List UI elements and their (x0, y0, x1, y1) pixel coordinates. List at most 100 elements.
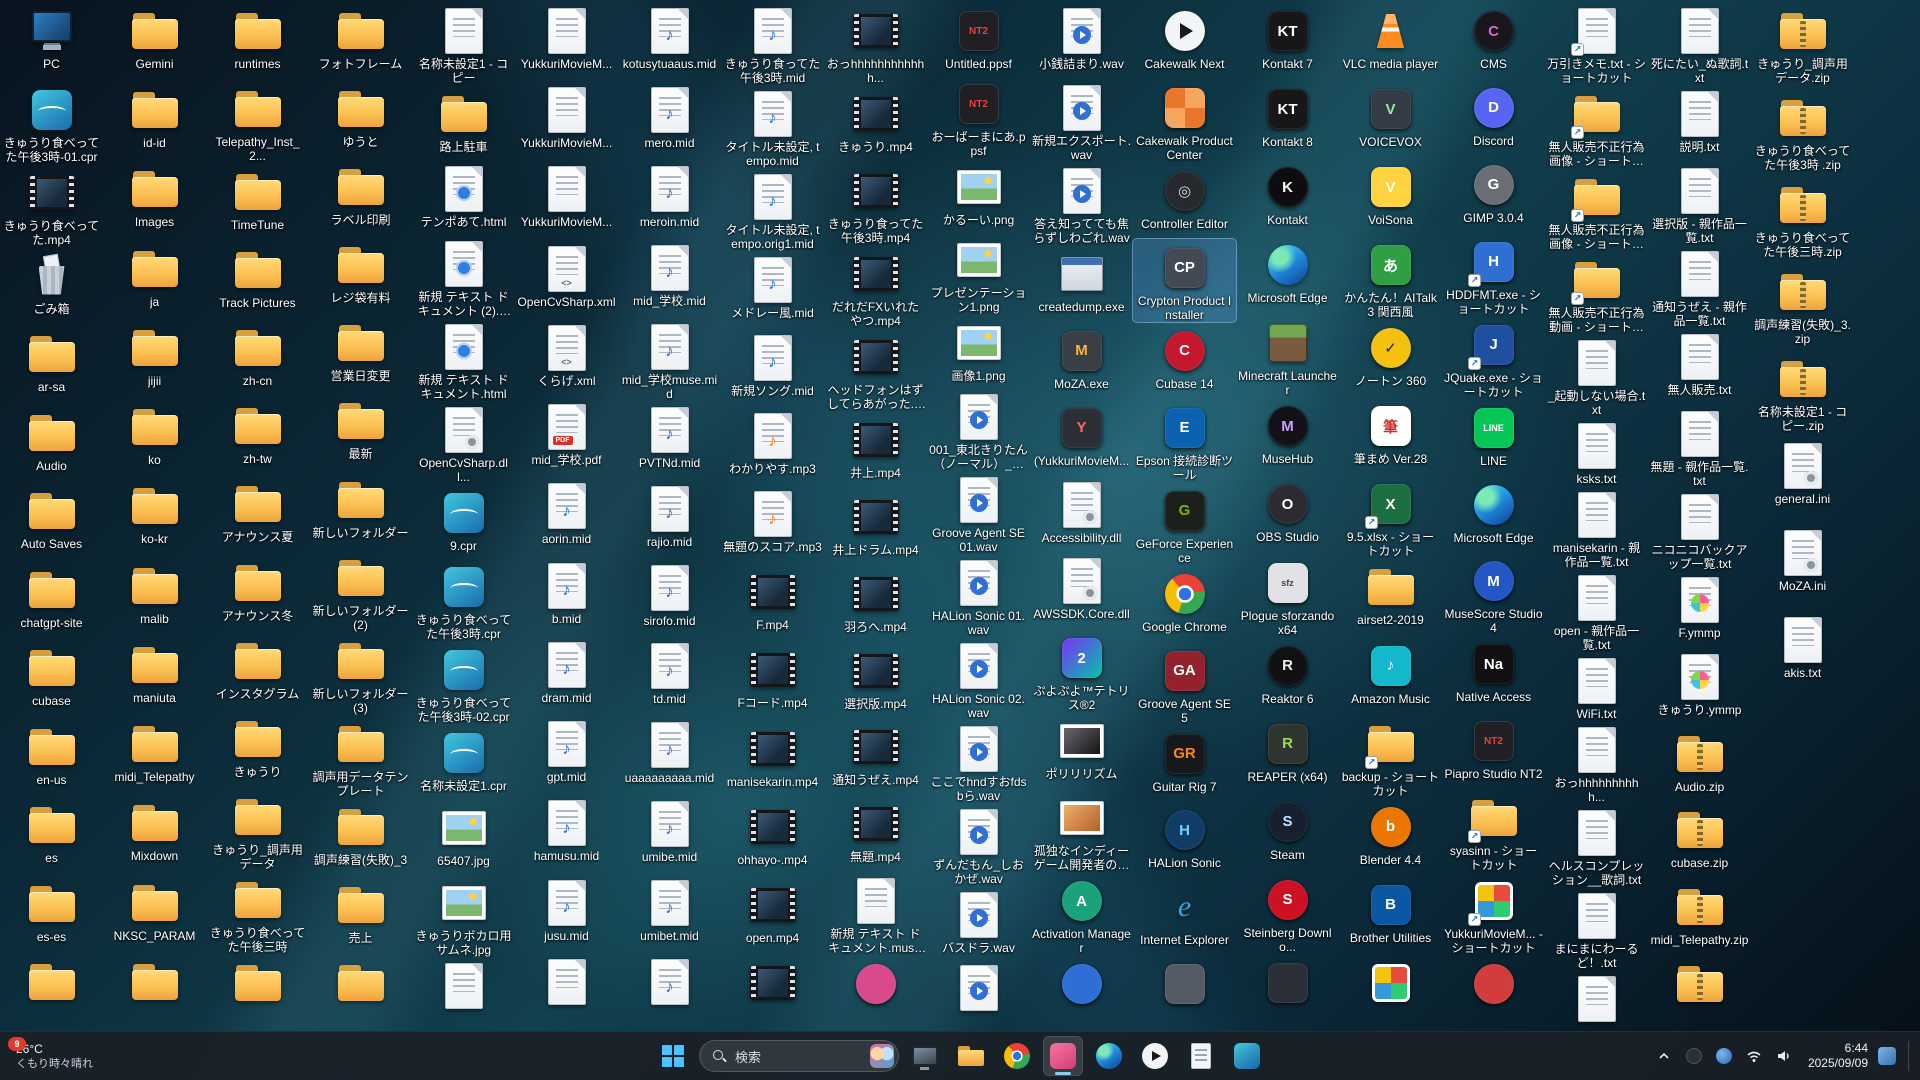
desktop-icon[interactable]: Audio (0, 404, 103, 483)
desktop-icon[interactable]: HALion Sonic 01.wav (927, 554, 1030, 637)
desktop-icon[interactable]: zh-cn (206, 319, 309, 397)
desktop-icon[interactable]: manisekarin.mp4 (721, 720, 824, 798)
start-button[interactable] (653, 1036, 693, 1076)
desktop-icon[interactable]: きゅうり食べってた午後三時.zip (1751, 176, 1854, 263)
desktop-icon[interactable]: _起動しない場合.txt (1545, 334, 1648, 417)
desktop-icon[interactable] (927, 959, 1030, 1032)
desktop-icon[interactable]: ♪mero.mid (618, 81, 721, 160)
taskbar-app-cubase[interactable] (1227, 1036, 1267, 1076)
desktop-icon[interactable]: ↗万引きメモ.txt - ショートカット (1545, 2, 1648, 85)
desktop-icon[interactable]: きゅうり食べってた午後3時-02.cpr (412, 641, 515, 724)
desktop-icon[interactable] (824, 955, 927, 1032)
desktop-icon[interactable]: midi_Telepathy.zip (1648, 878, 1751, 955)
desktop-icon[interactable]: AActivation Manager (1030, 872, 1133, 955)
desktop-icon[interactable]: ◎Controller Editor (1133, 162, 1236, 239)
desktop-icon[interactable]: akis.txt (1751, 611, 1854, 698)
desktop-icon[interactable]: WiFi.txt (1545, 652, 1648, 721)
desktop-icon[interactable]: BBrother Utilities (1339, 876, 1442, 954)
desktop-icon[interactable]: 調声練習(失敗)_3.zip (1751, 263, 1854, 350)
desktop-icon[interactable]: きゅうり食べってた.mp4 (0, 164, 103, 247)
desktop-icon[interactable]: TimeTune (206, 163, 309, 241)
desktop-icon[interactable]: きゅうり.ymmp (1648, 648, 1751, 725)
desktop-icon[interactable]: ♪rajio.mid (618, 480, 721, 559)
taskbar-app-task-view[interactable] (905, 1036, 945, 1076)
desktop-icon[interactable]: cubase (0, 639, 103, 718)
desktop-icon[interactable]: ずんだもん_しおかぜ.wav (927, 803, 1030, 886)
desktop-icon[interactable]: VVoiSona (1339, 158, 1442, 236)
desktop-icon[interactable]: ♪umibet.mid (618, 874, 721, 953)
desktop-icon[interactable]: NKSC_PARAM (103, 874, 206, 953)
desktop-icon[interactable]: ♪umibe.mid (618, 795, 721, 874)
desktop-icon[interactable]: インスタグラム (206, 632, 309, 710)
desktop-icon[interactable]: 9.cpr (412, 484, 515, 559)
desktop-icon[interactable]: Track Pictures (206, 241, 309, 319)
desktop-icon[interactable]: 死にたい_ぬ歌詞.txt (1648, 2, 1751, 85)
desktop-icon[interactable]: 無題.mp4 (824, 795, 927, 872)
tray-app-icon-1[interactable] (1684, 1044, 1704, 1068)
desktop-icon[interactable]: まにまにわーるど！.txt (1545, 887, 1648, 970)
desktop-icon[interactable]: ↗無人販売不正行為画像 - ショートカット (1545, 168, 1648, 251)
tray-app-icon-2[interactable] (1714, 1044, 1734, 1068)
desktop-icon[interactable]: ここでhndすおfdsbら.wav (927, 720, 1030, 803)
desktop-icon[interactable] (515, 953, 618, 1032)
desktop-icon[interactable]: createdump.exe (1030, 245, 1133, 322)
desktop-icon[interactable]: ラベル印刷 (309, 158, 412, 236)
desktop-icon[interactable]: ♪タイトル未設定, tempo.orig1.mid (721, 168, 824, 251)
desktop-icon[interactable]: 選択版 - 親作品一覧.txt (1648, 162, 1751, 245)
desktop-icon[interactable]: CCMS (1442, 2, 1545, 79)
desktop-icon[interactable]: 路上駐車 (412, 85, 515, 160)
desktop-icon[interactable]: ♪uaaaaaaaaa.mid (618, 716, 721, 795)
desktop-icon[interactable]: 通知うぜえ.mp4 (824, 718, 927, 795)
desktop-icon[interactable]: 無人販売.txt (1648, 328, 1751, 405)
desktop-icon[interactable]: 営業日変更 (309, 314, 412, 392)
desktop-icon[interactable]: ♪aorin.mid (515, 477, 618, 556)
desktop-icon[interactable]: J↗JQuake.exe - ショートカット (1442, 316, 1545, 399)
desktop-icon[interactable]: <>くらげ.xml (515, 319, 618, 398)
desktop-icon[interactable]: LINELINE (1442, 399, 1545, 476)
desktop-icon[interactable]: GAGroove Agent SE 5 (1133, 642, 1236, 725)
desktop-icon[interactable]: 最新 (309, 392, 412, 470)
desktop-icon[interactable]: F.mp4 (721, 563, 824, 641)
desktop-icon[interactable]: 通知うぜえ - 親作品一覧.txt (1648, 245, 1751, 328)
desktop-icon[interactable]: Minecraft Launcher (1236, 314, 1339, 397)
desktop-icon[interactable]: 選択版.mp4 (824, 642, 927, 719)
desktop-icon[interactable]: おっhhhhhhhhhh... (1545, 721, 1648, 804)
desktop-icon[interactable]: おっhhhhhhhhhhhh... (824, 2, 927, 85)
taskbar-app-file-explorer[interactable] (951, 1036, 991, 1076)
desktop-icon[interactable]: 調声用データテンプレート (309, 715, 412, 798)
desktop-icon[interactable]: SSteam (1236, 793, 1339, 871)
desktop-icon[interactable]: id-id (103, 81, 206, 160)
desktop-icon[interactable]: ↗YukkuriMovieM... - ショートカット (1442, 872, 1545, 955)
desktop-icon[interactable]: ko-kr (103, 477, 206, 556)
desktop-icon[interactable]: ♪hamusu.mid (515, 794, 618, 873)
desktop-icon[interactable]: en-us (0, 718, 103, 797)
desktop-icon[interactable]: Groove Agent SE 01.wav (927, 471, 1030, 554)
desktop-icon[interactable]: きゅうり_調声用データ.zip (1751, 2, 1854, 89)
desktop-icon[interactable]: ♪jusu.mid (515, 874, 618, 953)
desktop-icon[interactable] (1442, 955, 1545, 1032)
desktop-icon[interactable]: Auto Saves (0, 482, 103, 561)
wifi-icon[interactable] (1744, 1044, 1764, 1068)
desktop-icon[interactable]: ♪mid_学校.mid (618, 239, 721, 318)
desktop-icon[interactable]: ♪Amazon Music (1339, 637, 1442, 715)
desktop-icon[interactable]: es-es (0, 875, 103, 954)
desktop-icon[interactable]: ohhayo-.mp4 (721, 798, 824, 876)
desktop-icon[interactable]: ja (103, 240, 206, 319)
taskbar-app-google-chrome[interactable] (997, 1036, 1037, 1076)
desktop-icon[interactable]: ♪kotusytuaaus.mid (618, 2, 721, 81)
desktop-icon[interactable]: きゅうり食べってた午後三時 (206, 871, 309, 954)
desktop-icon[interactable]: Gemini (103, 2, 206, 81)
desktop-icon[interactable]: ♪sirofo.mid (618, 559, 721, 638)
desktop-icon[interactable]: 新規エクスポート.wav (1030, 79, 1133, 162)
desktop-icon[interactable] (309, 954, 412, 1032)
desktop-icon[interactable]: OOBS Studio (1236, 475, 1339, 553)
desktop-icon[interactable] (1133, 955, 1236, 1032)
desktop-icon[interactable]: MMuseHub (1236, 397, 1339, 475)
desktop-icon[interactable]: きゅうり.mp4 (824, 85, 927, 162)
desktop-icon[interactable]: YukkuriMovieM... (515, 2, 618, 81)
desktop-icon[interactable]: ごみ箱 (0, 247, 103, 326)
desktop-icon[interactable]: かるーい.png (927, 158, 1030, 231)
desktop-icon[interactable]: 001_東北きりたん（ノーマル）_今しゃ... (927, 388, 1030, 471)
show-desktop-strip[interactable] (1908, 1041, 1912, 1071)
desktop-icon[interactable] (0, 953, 103, 1032)
